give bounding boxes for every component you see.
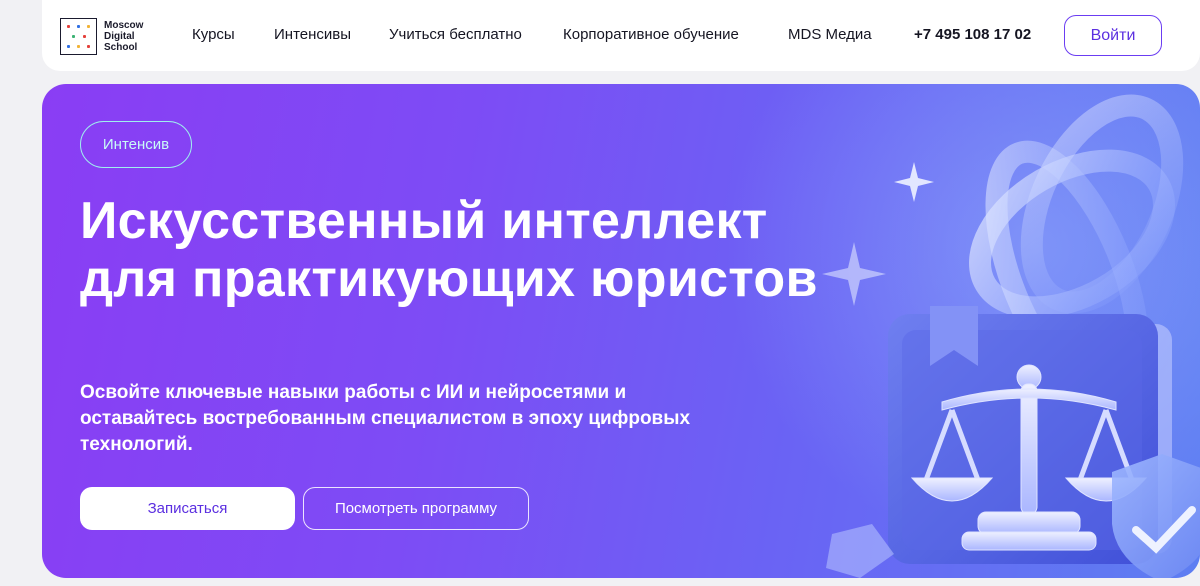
enroll-button[interactable]: Записаться	[80, 487, 295, 530]
phone-link[interactable]: +7 495 108 17 02	[914, 26, 1031, 43]
nav-corporate[interactable]: Корпоративное обучение	[563, 26, 739, 43]
hero-title: Искусственный интеллект для практикующих…	[80, 192, 818, 308]
intensive-tag[interactable]: Интенсив	[80, 121, 192, 168]
logo-line-2: Digital	[104, 30, 135, 42]
logo-line-1: Moscow	[104, 19, 144, 31]
view-program-button[interactable]: Посмотреть программу	[303, 487, 529, 530]
nav-intensives[interactable]: Интенсивы	[274, 26, 351, 43]
legal-ai-illustration	[822, 94, 1200, 578]
nav-mds-media[interactable]: MDS Медиа	[788, 26, 872, 43]
site-header: Moscow Digital School Курсы Интенсивы Уч…	[42, 0, 1200, 71]
logo-line-3: School	[104, 41, 138, 53]
hero-banner: Интенсив Искусственный интеллект для пра…	[42, 84, 1200, 578]
logo-mark-icon	[60, 17, 97, 55]
nav-learn-free[interactable]: Учиться бесплатно	[389, 26, 522, 43]
logo-text: Moscow Digital School	[104, 20, 143, 53]
sparkle-icon	[822, 162, 934, 306]
logo[interactable]: Moscow Digital School	[60, 16, 143, 56]
login-button[interactable]: Войти	[1064, 15, 1162, 56]
nav-courses[interactable]: Курсы	[192, 26, 235, 43]
hero-subtitle: Освойте ключевые навыки работы с ИИ и не…	[80, 382, 691, 455]
